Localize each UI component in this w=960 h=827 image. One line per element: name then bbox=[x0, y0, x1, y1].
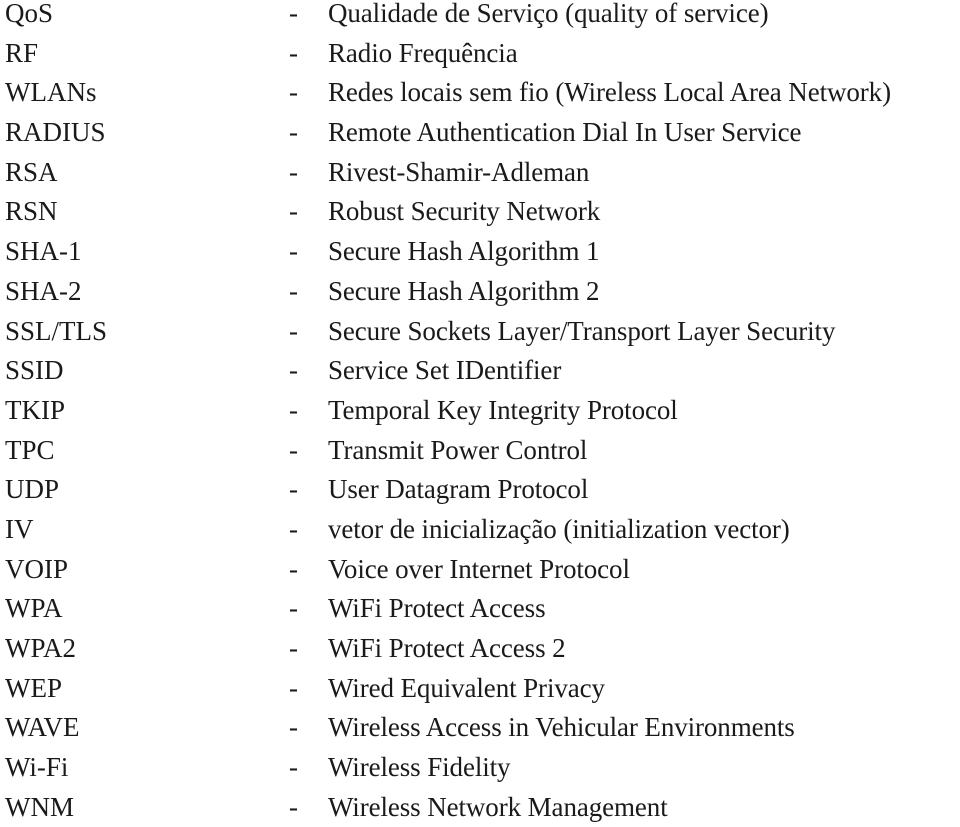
separator-dash: - bbox=[289, 37, 298, 68]
glossary-row: Wi-Fi - Wireless Fidelity bbox=[0, 748, 960, 788]
separator-dash: - bbox=[289, 672, 298, 703]
glossary-row: SHA-2 - Secure Hash Algorithm 2 bbox=[0, 272, 960, 312]
separator-dash: - bbox=[289, 355, 298, 386]
separator-dash: - bbox=[289, 553, 298, 584]
glossary-row: TKIP - Temporal Key Integrity Protocol bbox=[0, 391, 960, 431]
glossary-row: RADIUS - Remote Authentication Dial In U… bbox=[0, 113, 960, 153]
abbreviation: RSA bbox=[5, 156, 58, 187]
definition: Radio Frequência bbox=[328, 37, 518, 68]
definition: Voice over Internet Protocol bbox=[328, 553, 630, 584]
definition: Secure Sockets Layer/Transport Layer Sec… bbox=[328, 315, 836, 346]
definition: Wireless Access in Vehicular Environment… bbox=[328, 712, 795, 743]
glossary-row: WEP - Wired Equivalent Privacy bbox=[0, 669, 960, 709]
glossary-row: IV - vetor de inicialização (initializat… bbox=[0, 510, 960, 550]
separator-dash: - bbox=[289, 236, 298, 267]
definition: Secure Hash Algorithm 1 bbox=[328, 236, 600, 267]
definition: Temporal Key Integrity Protocol bbox=[328, 394, 678, 425]
glossary-row: RSN - Robust Security Network bbox=[0, 192, 960, 232]
glossary-row: WNM - Wireless Network Management bbox=[0, 788, 960, 827]
separator-dash: - bbox=[289, 712, 298, 743]
definition: Wireless Fidelity bbox=[328, 752, 511, 783]
glossary-row: UDP - User Datagram Protocol bbox=[0, 470, 960, 510]
glossary-row: SHA-1 - Secure Hash Algorithm 1 bbox=[0, 232, 960, 272]
separator-dash: - bbox=[289, 791, 298, 822]
abbreviation: RADIUS bbox=[5, 117, 106, 148]
definition: Wireless Network Management bbox=[328, 791, 668, 822]
definition: Transmit Power Control bbox=[328, 434, 588, 465]
glossary-row: WLANs - Redes locais sem fio (Wireless L… bbox=[0, 73, 960, 113]
glossary-row: TPC - Transmit Power Control bbox=[0, 431, 960, 471]
abbreviation: WAVE bbox=[5, 712, 80, 743]
abbreviation: WPA bbox=[5, 593, 63, 624]
separator-dash: - bbox=[289, 593, 298, 624]
separator-dash: - bbox=[289, 117, 298, 148]
abbreviation: QoS bbox=[5, 0, 54, 28]
glossary-row: WPA2 - WiFi Protect Access 2 bbox=[0, 629, 960, 669]
glossary-row: VOIP - Voice over Internet Protocol bbox=[0, 550, 960, 590]
abbreviation: IV bbox=[5, 513, 34, 544]
glossary-row: RSA - Rivest-Shamir-Adleman bbox=[0, 153, 960, 193]
abbreviation: UDP bbox=[5, 474, 60, 505]
glossary-row: WPA - WiFi Protect Access bbox=[0, 589, 960, 629]
abbreviation: RF bbox=[5, 37, 39, 68]
abbreviation: WNM bbox=[5, 791, 74, 822]
abbreviation: Wi-Fi bbox=[5, 752, 69, 783]
definition: Robust Security Network bbox=[328, 196, 601, 227]
abbreviation-list: QoS - Qualidade de Serviço (quality of s… bbox=[0, 0, 960, 827]
glossary-row: RF - Radio Frequência bbox=[0, 34, 960, 74]
abbreviation: TKIP bbox=[5, 394, 65, 425]
definition: WiFi Protect Access bbox=[328, 593, 546, 624]
separator-dash: - bbox=[289, 434, 298, 465]
definition: WiFi Protect Access 2 bbox=[328, 633, 566, 663]
definition: Service Set IDentifier bbox=[328, 355, 562, 386]
separator-dash: - bbox=[289, 752, 298, 783]
separator-dash: - bbox=[289, 315, 298, 346]
definition: Remote Authentication Dial In User Servi… bbox=[328, 117, 802, 148]
separator-dash: - bbox=[289, 156, 298, 187]
glossary-row: WAVE - Wireless Access in Vehicular Envi… bbox=[0, 708, 960, 748]
definition: Redes locais sem fio (Wireless Local Are… bbox=[328, 77, 891, 108]
abbreviation: SHA-2 bbox=[5, 275, 82, 306]
separator-dash: - bbox=[289, 633, 298, 663]
abbreviation: VOIP bbox=[5, 553, 69, 584]
definition: User Datagram Protocol bbox=[328, 474, 589, 505]
definition: Wired Equivalent Privacy bbox=[328, 672, 605, 703]
abbreviation: TPC bbox=[5, 434, 55, 465]
definition: Rivest-Shamir-Adleman bbox=[328, 156, 590, 187]
separator-dash: - bbox=[289, 275, 298, 306]
abbreviation: WEP bbox=[5, 672, 62, 703]
separator-dash: - bbox=[289, 77, 298, 108]
separator-dash: - bbox=[289, 196, 298, 227]
definition: Secure Hash Algorithm 2 bbox=[328, 275, 600, 306]
definition: Qualidade de Serviço (quality of service… bbox=[328, 0, 769, 28]
definition: vetor de inicialização (initialization v… bbox=[328, 513, 790, 544]
separator-dash: - bbox=[289, 513, 298, 544]
abbreviation: WLANs bbox=[5, 77, 97, 108]
abbreviation: SSL/TLS bbox=[5, 315, 108, 346]
glossary-row: SSL/TLS - Secure Sockets Layer/Transport… bbox=[0, 312, 960, 352]
abbreviation: RSN bbox=[5, 196, 58, 227]
separator-dash: - bbox=[289, 474, 298, 505]
abbreviation: SHA-1 bbox=[5, 236, 82, 267]
separator-dash: - bbox=[289, 0, 298, 28]
abbreviation: WPA2 bbox=[5, 633, 77, 663]
glossary-row: SSID - Service Set IDentifier bbox=[0, 351, 960, 391]
glossary-row: QoS - Qualidade de Serviço (quality of s… bbox=[0, 0, 960, 34]
abbreviation: SSID bbox=[5, 355, 64, 386]
separator-dash: - bbox=[289, 394, 298, 425]
